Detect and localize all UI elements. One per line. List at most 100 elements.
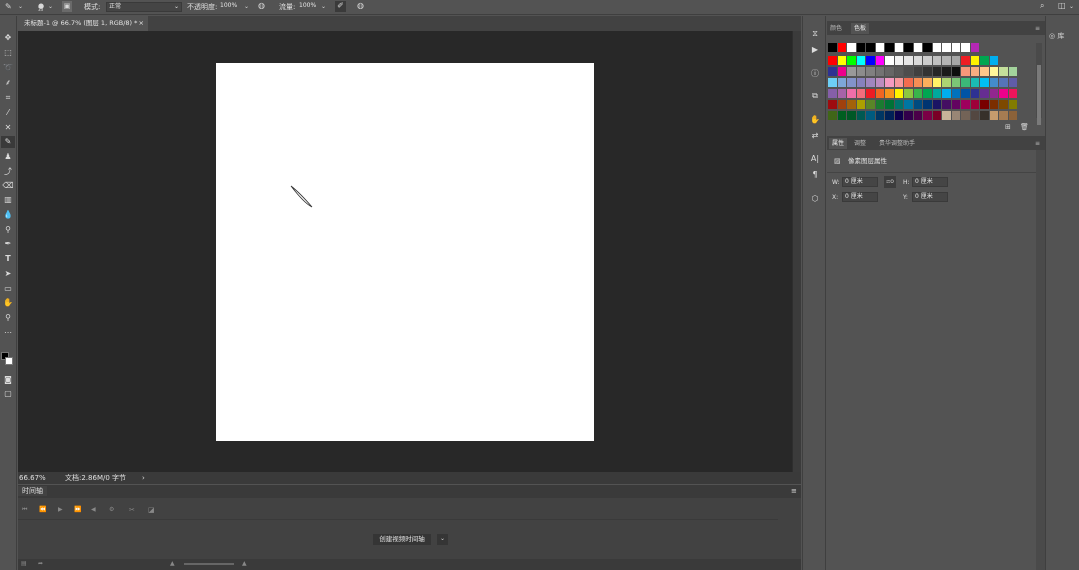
color-swatch[interactable]	[828, 56, 837, 65]
color-swatch[interactable]	[980, 67, 989, 76]
color-swatch[interactable]	[999, 100, 1008, 109]
color-swatch[interactable]	[904, 100, 913, 109]
color-swatch[interactable]	[970, 78, 979, 87]
color-swatch[interactable]	[875, 43, 884, 52]
color-swatch[interactable]	[847, 67, 856, 76]
brush-panel-toggle-icon[interactable]: ▣	[62, 1, 72, 12]
tab-extra[interactable]: 贵华调整助手	[879, 138, 915, 149]
color-swatch[interactable]	[875, 78, 884, 87]
color-swatch[interactable]	[866, 89, 875, 98]
gradient-tool-icon[interactable]: ▥	[1, 194, 15, 206]
hand-tool-icon[interactable]: ✋	[1, 297, 15, 309]
lasso-tool-icon[interactable]: ➰	[1, 62, 15, 74]
color-swatch[interactable]	[1008, 111, 1017, 120]
color-swatch[interactable]	[894, 78, 903, 87]
color-swatch[interactable]	[923, 89, 932, 98]
pen-tool-icon[interactable]: ✒	[1, 238, 15, 250]
color-swatch[interactable]	[923, 56, 932, 65]
height-field[interactable]: 0 厘米	[912, 177, 948, 187]
color-swatch[interactable]	[932, 43, 941, 52]
tab-adjustments[interactable]: 调整	[854, 138, 866, 149]
color-swatch[interactable]	[856, 43, 865, 52]
color-swatch[interactable]	[866, 111, 875, 120]
color-swatch[interactable]	[837, 43, 846, 52]
chevron-down-icon[interactable]: ⌄	[244, 2, 249, 12]
tab-color[interactable]: 颜色	[830, 23, 842, 34]
color-swatch[interactable]	[866, 43, 875, 52]
settings-icon[interactable]: ⚙	[109, 505, 114, 515]
paragraph-icon[interactable]: ¶	[808, 169, 822, 181]
color-swatch[interactable]	[828, 43, 837, 52]
color-swatch[interactable]	[885, 43, 894, 52]
color-swatch[interactable]	[904, 56, 913, 65]
y-field[interactable]: 0 厘米	[912, 192, 948, 202]
color-swatch[interactable]	[1008, 89, 1017, 98]
color-swatch[interactable]	[875, 100, 884, 109]
color-swatch[interactable]	[913, 100, 922, 109]
zoom-level[interactable]: 66.67%	[19, 473, 46, 483]
color-swatch[interactable]	[951, 43, 960, 52]
color-swatch[interactable]	[847, 43, 856, 52]
color-swatch[interactable]	[837, 78, 846, 87]
color-swatch[interactable]	[856, 67, 865, 76]
color-swatch[interactable]	[970, 56, 979, 65]
transform-icon[interactable]: ⧉	[808, 90, 822, 102]
color-swatch[interactable]	[885, 89, 894, 98]
color-swatch[interactable]	[999, 111, 1008, 120]
color-swatch[interactable]	[951, 67, 960, 76]
color-swatch[interactable]	[942, 100, 951, 109]
color-swatch[interactable]	[932, 111, 941, 120]
color-swatch[interactable]	[951, 89, 960, 98]
color-swatch[interactable]	[980, 89, 989, 98]
color-swatch[interactable]	[932, 100, 941, 109]
color-swatch[interactable]	[847, 89, 856, 98]
color-swatch[interactable]	[989, 56, 998, 65]
color-swatch[interactable]	[942, 56, 951, 65]
blur-tool-icon[interactable]: 💧	[1, 209, 15, 221]
3d-icon[interactable]: ⬡	[808, 193, 822, 205]
color-swatch[interactable]	[894, 56, 903, 65]
color-swatch[interactable]	[894, 89, 903, 98]
color-swatch[interactable]	[885, 67, 894, 76]
color-swatch[interactable]	[1008, 100, 1017, 109]
color-swatch[interactable]	[961, 78, 970, 87]
create-video-timeline-button[interactable]: 创建视频时间轴	[373, 534, 431, 545]
history-brush-tool-icon[interactable]: ⤴	[1, 166, 15, 178]
color-swatch[interactable]	[913, 56, 922, 65]
eyedropper-tool-icon[interactable]: ⁄	[1, 107, 15, 119]
color-swatch[interactable]	[875, 67, 884, 76]
color-swatch[interactable]	[942, 67, 951, 76]
color-swatch[interactable]	[999, 67, 1008, 76]
render-icon[interactable]: ➦	[38, 559, 43, 569]
color-swatch[interactable]	[989, 89, 998, 98]
color-swatch[interactable]	[961, 67, 970, 76]
color-swatch[interactable]	[866, 78, 875, 87]
trash-icon[interactable]: 🗑	[1020, 122, 1029, 132]
color-swatch[interactable]	[980, 56, 989, 65]
transition-icon[interactable]: ◪	[148, 505, 155, 515]
color-swatch[interactable]	[932, 67, 941, 76]
brush-tool-icon[interactable]: ✎	[5, 2, 12, 12]
background-color-swatch[interactable]	[5, 357, 13, 365]
crop-tool-icon[interactable]: ⌗	[1, 92, 15, 104]
chevron-down-icon[interactable]: ⌄	[48, 2, 53, 12]
color-swatch[interactable]	[961, 100, 970, 109]
eraser-tool-icon[interactable]: ⌫	[1, 180, 15, 192]
color-swatch[interactable]	[970, 89, 979, 98]
color-swatch[interactable]	[837, 56, 846, 65]
zoom-in-icon[interactable]: ▲	[242, 559, 247, 569]
color-swatch[interactable]	[951, 100, 960, 109]
color-swatch[interactable]	[904, 89, 913, 98]
canvas-workspace[interactable]	[18, 31, 792, 472]
screen-mode-icon[interactable]: ▢	[1, 388, 15, 400]
color-swatch[interactable]	[885, 111, 894, 120]
info-icon[interactable]: ⓘ	[808, 68, 822, 80]
tab-properties[interactable]: 属性	[829, 138, 848, 149]
color-swatch[interactable]	[913, 43, 922, 52]
color-swatch[interactable]	[961, 56, 970, 65]
zoom-tool-icon[interactable]: ⚲	[1, 312, 15, 324]
chevron-down-icon[interactable]: ⌄	[321, 2, 326, 12]
swatch-scrollbar[interactable]	[1036, 43, 1042, 125]
color-swatch[interactable]	[875, 111, 884, 120]
color-swatch[interactable]	[989, 67, 998, 76]
